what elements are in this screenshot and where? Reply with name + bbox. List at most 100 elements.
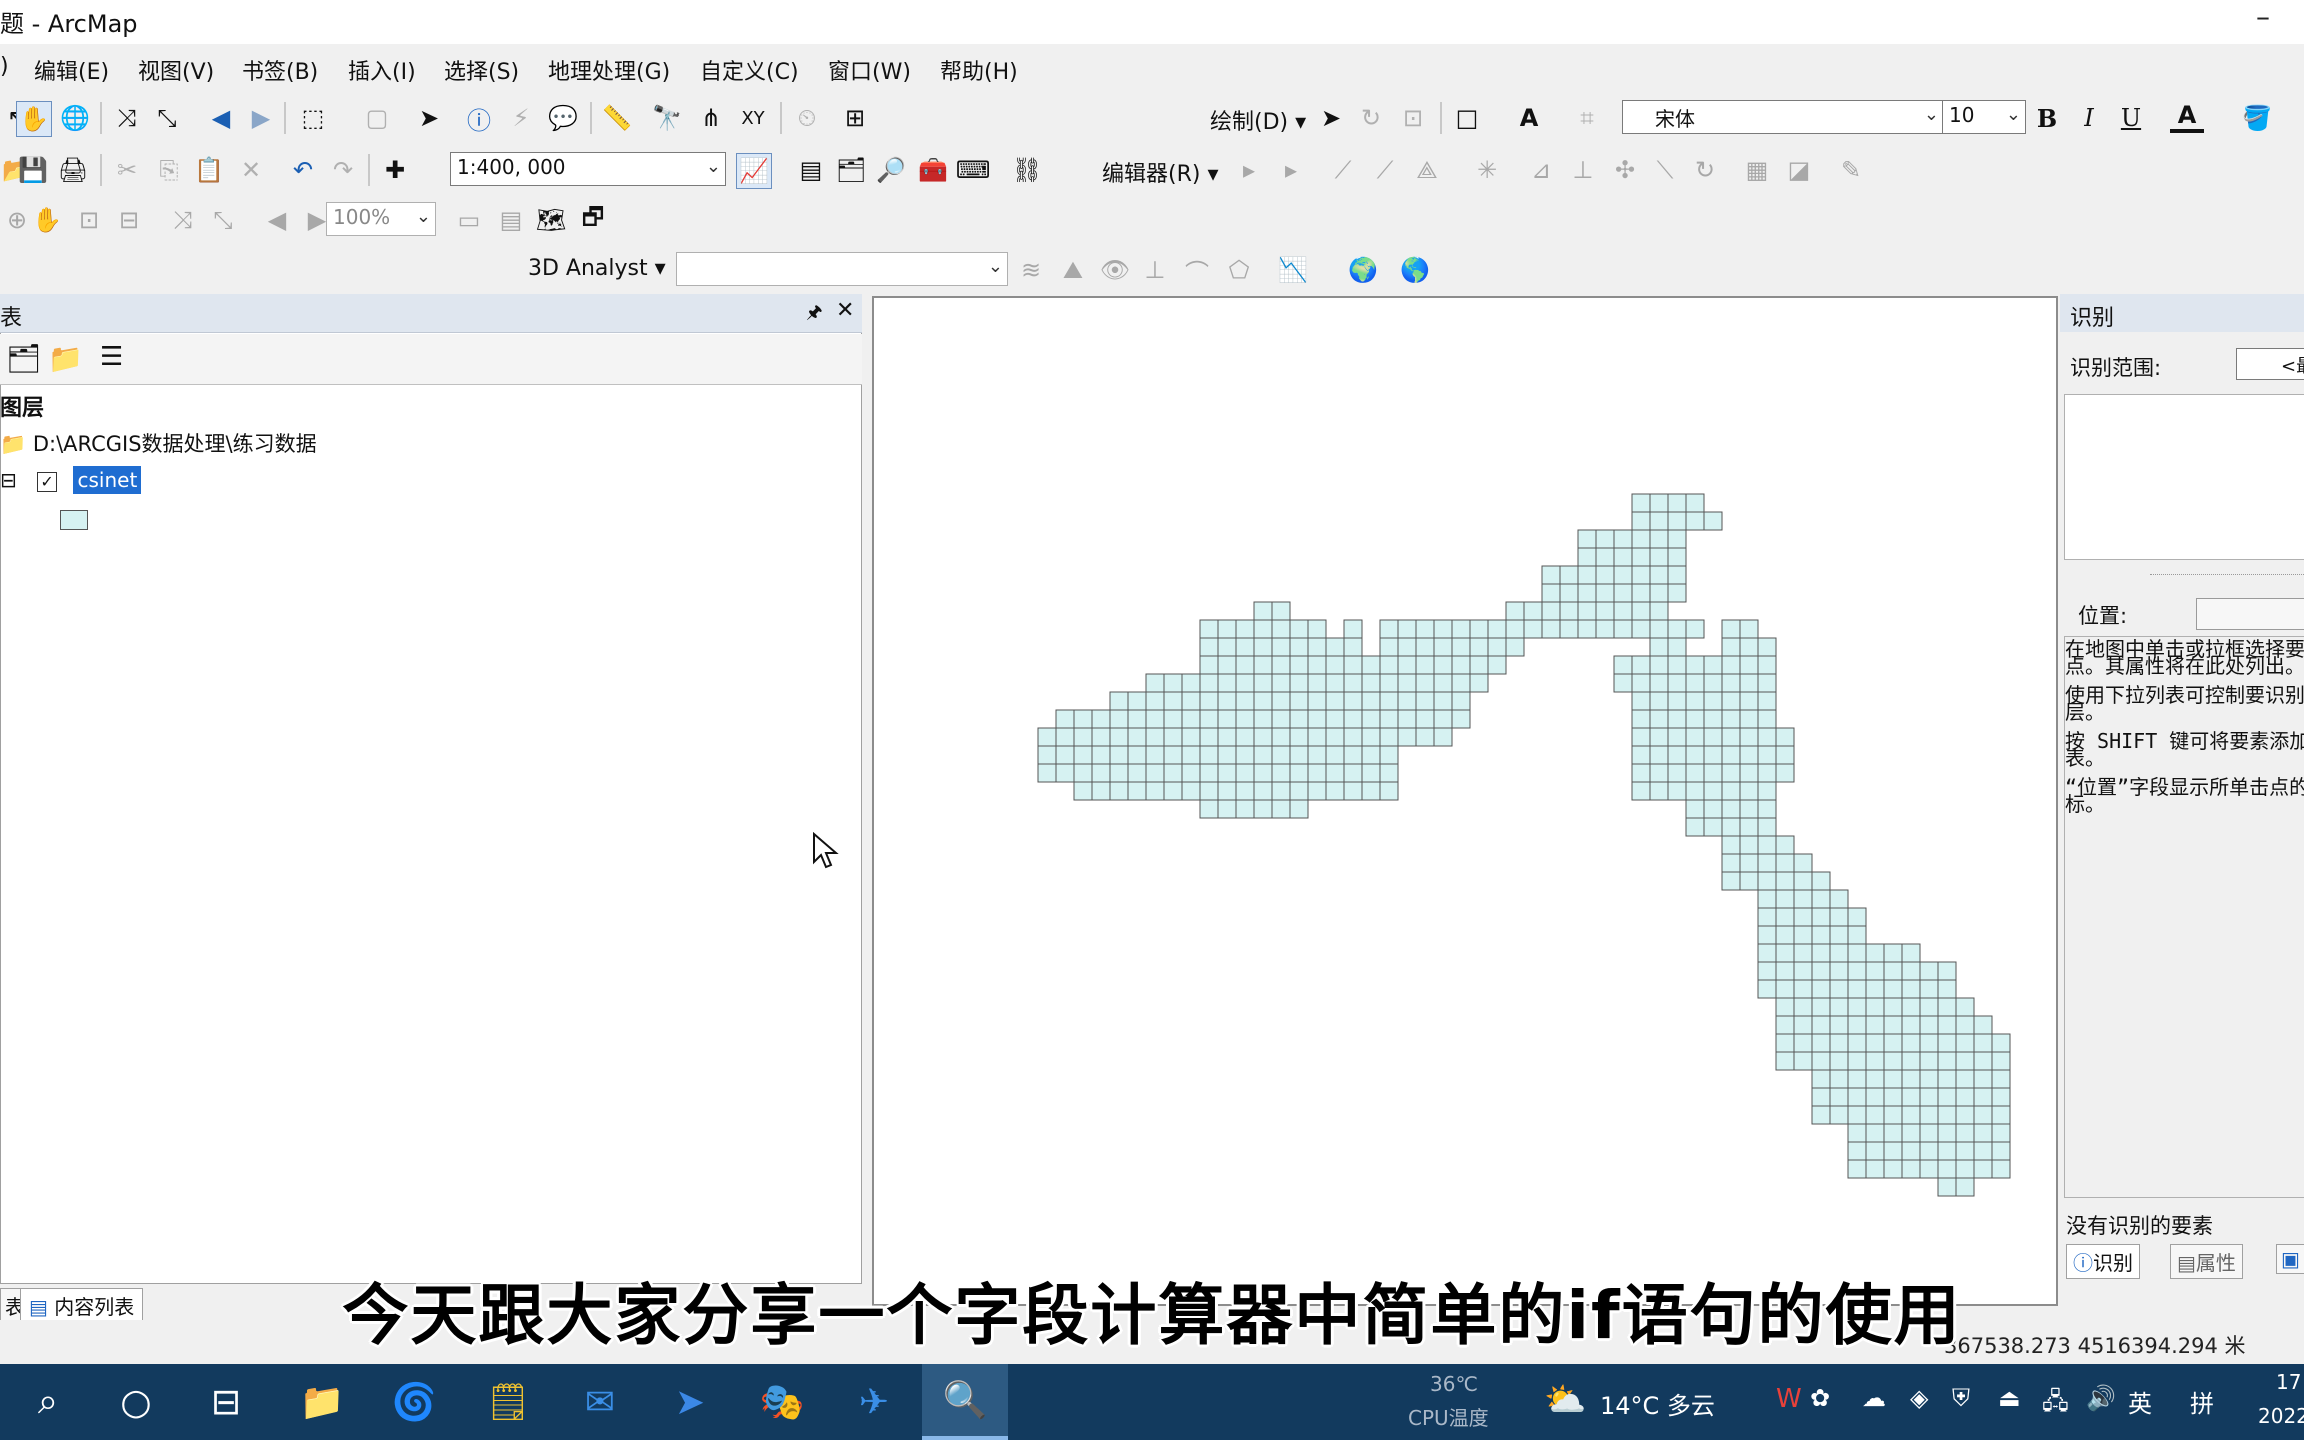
cut-icon[interactable]: ✂: [110, 153, 144, 187]
map-grid-cell[interactable]: [1145, 691, 1165, 711]
map-grid-cell[interactable]: [1883, 979, 1903, 999]
map-grid-cell[interactable]: [1811, 1105, 1831, 1125]
map-grid-cell[interactable]: [1739, 817, 1759, 837]
map-grid-cell[interactable]: [1883, 1033, 1903, 1053]
map-grid-cell[interactable]: [1577, 529, 1597, 549]
map-grid-cell[interactable]: [1775, 745, 1795, 765]
focus-data-frame-icon[interactable]: ▤: [494, 203, 528, 237]
redo-icon[interactable]: ↷: [326, 153, 360, 187]
edge-browser-icon[interactable]: 🌀: [384, 1374, 444, 1430]
map-grid-cell[interactable]: [1343, 709, 1363, 729]
map-grid-cell[interactable]: [1811, 889, 1831, 909]
map-grid-cell[interactable]: [1919, 1123, 1939, 1143]
map-grid-cell[interactable]: [1667, 655, 1687, 675]
rotate-edit-icon[interactable]: ↻: [1688, 153, 1722, 187]
map-grid-cell[interactable]: [1793, 871, 1813, 891]
select-pointer-icon[interactable]: ➤: [412, 101, 446, 135]
map-grid-cell[interactable]: [1451, 691, 1471, 711]
map-grid-cell[interactable]: [1667, 493, 1687, 513]
map-grid-cell[interactable]: [1343, 655, 1363, 675]
map-grid-cell[interactable]: [1199, 709, 1219, 729]
map-grid-cell[interactable]: [1469, 655, 1489, 675]
map-grid-cell[interactable]: [1955, 1015, 1975, 1035]
map-grid-cell[interactable]: [1991, 1123, 2011, 1143]
map-grid-cell[interactable]: [1379, 691, 1399, 711]
map-grid-cell[interactable]: [1523, 619, 1543, 639]
paste-icon[interactable]: 📋: [192, 153, 226, 187]
font-color-button[interactable]: A: [2170, 101, 2204, 133]
arcscene-icon[interactable]: 🌎: [1398, 253, 1432, 287]
map-grid-cell[interactable]: [1181, 691, 1201, 711]
map-grid-cell[interactable]: [1271, 691, 1291, 711]
map-grid-cell[interactable]: [1271, 637, 1291, 657]
map-grid-cell[interactable]: [1865, 1069, 1885, 1089]
map-grid-cell[interactable]: [1343, 727, 1363, 747]
map-grid-cell[interactable]: [1955, 1087, 1975, 1107]
map-grid-cell[interactable]: [1073, 763, 1093, 783]
map-grid-cell[interactable]: [1361, 655, 1381, 675]
layout-back-icon[interactable]: ◀: [260, 203, 294, 237]
map-grid-cell[interactable]: [1289, 655, 1309, 675]
map-grid-cell[interactable]: [1343, 691, 1363, 711]
map-grid-cell[interactable]: [1721, 871, 1741, 891]
map-grid-cell[interactable]: [1127, 745, 1147, 765]
map-grid-cell[interactable]: [1163, 691, 1183, 711]
map-grid-cell[interactable]: [1343, 781, 1363, 801]
map-grid-cell[interactable]: [1235, 745, 1255, 765]
map-grid-cell[interactable]: [1901, 1105, 1921, 1125]
map-grid-cell[interactable]: [1253, 673, 1273, 693]
map-grid-cell[interactable]: [1433, 727, 1453, 747]
map-grid-cell[interactable]: [1847, 943, 1867, 963]
map-grid-cell[interactable]: [1613, 673, 1633, 693]
map-grid-cell[interactable]: [1829, 889, 1849, 909]
map-grid-cell[interactable]: [1703, 709, 1723, 729]
map-grid-cell[interactable]: [1595, 565, 1615, 585]
undo-icon[interactable]: ↶: [286, 153, 320, 187]
tray-icon-cloud[interactable]: ☁: [1862, 1384, 1886, 1412]
map-grid-cell[interactable]: [1865, 943, 1885, 963]
menu-item-file[interactable]: ): [0, 54, 9, 79]
map-grid-cell[interactable]: [1757, 799, 1777, 819]
map-grid-cell[interactable]: [1199, 781, 1219, 801]
map-grid-cell[interactable]: [1667, 547, 1687, 567]
menu-item-insert[interactable]: 插入(I): [348, 54, 416, 86]
delete-icon[interactable]: ✕: [234, 153, 268, 187]
map-grid-cell[interactable]: [1145, 709, 1165, 729]
map-grid-cell[interactable]: [1865, 1015, 1885, 1035]
map-grid-cell[interactable]: [1289, 745, 1309, 765]
map-grid-cell[interactable]: [1865, 961, 1885, 981]
map-grid-cell[interactable]: [1955, 1105, 1975, 1125]
map-grid-cell[interactable]: [1667, 619, 1687, 639]
map-grid-cell[interactable]: [1757, 925, 1777, 945]
map-grid-cell[interactable]: [1235, 781, 1255, 801]
map-grid-cell[interactable]: [1415, 619, 1435, 639]
map-grid-cell[interactable]: [1181, 781, 1201, 801]
map-grid-cell[interactable]: [1955, 1177, 1975, 1197]
map-grid-cell[interactable]: [1181, 745, 1201, 765]
map-grid-cell[interactable]: [1739, 691, 1759, 711]
map-grid-cell[interactable]: [1397, 691, 1417, 711]
map-grid-cell[interactable]: [1721, 655, 1741, 675]
map-grid-cell[interactable]: [1649, 511, 1669, 531]
map-grid-cell[interactable]: [1703, 799, 1723, 819]
map-grid-cell[interactable]: [1361, 745, 1381, 765]
map-grid-cell[interactable]: [1901, 979, 1921, 999]
map-grid-cell[interactable]: [1793, 943, 1813, 963]
map-grid-cell[interactable]: [1289, 781, 1309, 801]
map-grid-cell[interactable]: [1847, 1159, 1867, 1179]
italic-button[interactable]: I: [2072, 101, 2106, 135]
map-grid-cell[interactable]: [1757, 871, 1777, 891]
map-grid-cell[interactable]: [1667, 709, 1687, 729]
map-grid-cell[interactable]: [1883, 961, 1903, 981]
map-grid-cell[interactable]: [1847, 1069, 1867, 1089]
map-grid-cell[interactable]: [1613, 655, 1633, 675]
map-grid-cell[interactable]: [1289, 619, 1309, 639]
map-grid-cell[interactable]: [1541, 583, 1561, 603]
map-grid-cell[interactable]: [1811, 997, 1831, 1017]
map-grid-cell[interactable]: [1631, 529, 1651, 549]
map-grid-cell[interactable]: [1199, 745, 1219, 765]
map-grid-cell[interactable]: [1433, 709, 1453, 729]
reshape-icon[interactable]: ⊥: [1566, 153, 1600, 187]
measure-ruler-icon[interactable]: 📏: [600, 101, 634, 135]
map-grid-cell[interactable]: [1271, 727, 1291, 747]
